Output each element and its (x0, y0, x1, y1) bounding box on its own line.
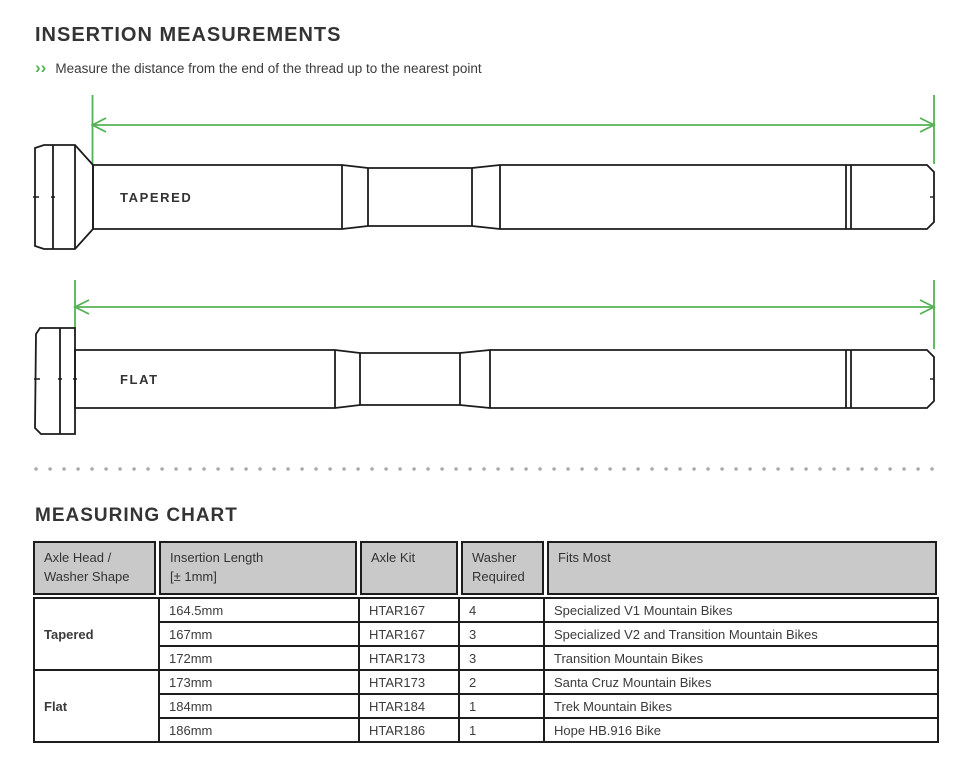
washer-cell: 3 (459, 646, 544, 670)
axle-kit-cell: HTAR173 (359, 646, 459, 670)
page-title: INSERTION MEASUREMENTS (35, 24, 937, 47)
flat-head (35, 328, 75, 434)
axle-kit-cell: HTAR173 (359, 670, 459, 694)
group-label-tapered: Tapered (34, 598, 159, 670)
axle-kit-cell: HTAR167 (359, 622, 459, 646)
washer-cell: 1 (459, 718, 544, 742)
flat-axle-drawing (34, 328, 934, 434)
table-row: 186mm HTAR186 1 Hope HB.916 Bike (34, 718, 938, 742)
table-header-row: Axle Head / Washer Shape Insertion Lengt… (33, 541, 937, 595)
col-header-washer-required: Washer Required (461, 541, 544, 595)
insertion-cell: 164.5mm (159, 598, 359, 622)
subtitle-text: Measure the distance from the end of the… (55, 61, 481, 76)
fits-cell: Trek Mountain Bikes (544, 694, 938, 718)
insertion-cell: 173mm (159, 670, 359, 694)
insertion-measurements-page: INSERTION MEASUREMENTS ›› Measure the di… (0, 0, 970, 776)
col-header-fits-most: Fits Most (547, 541, 937, 595)
fits-cell: Hope HB.916 Bike (544, 718, 938, 742)
tapered-shaft (93, 165, 934, 229)
table-row: 172mm HTAR173 3 Transition Mountain Bike… (34, 646, 938, 670)
axle-diagrams: TAPERED FLAT (0, 87, 970, 479)
subtitle: ›› Measure the distance from the end of … (35, 60, 937, 77)
tapered-label: TAPERED (120, 190, 192, 205)
table-row: Tapered 164.5mm HTAR167 4 Specialized V1… (34, 598, 938, 622)
fits-cell: Specialized V2 and Transition Mountain B… (544, 622, 938, 646)
insertion-cell: 172mm (159, 646, 359, 670)
tapered-measurement-arrow (93, 95, 935, 165)
washer-cell: 4 (459, 598, 544, 622)
axle-kit-cell: HTAR184 (359, 694, 459, 718)
axle-kit-cell: HTAR167 (359, 598, 459, 622)
washer-cell: 3 (459, 622, 544, 646)
table-row: 184mm HTAR184 1 Trek Mountain Bikes (34, 694, 938, 718)
double-chevron-icon: ›› (35, 59, 46, 76)
measuring-chart-table: Tapered 164.5mm HTAR167 4 Specialized V1… (33, 597, 939, 743)
washer-cell: 1 (459, 694, 544, 718)
fits-cell: Santa Cruz Mountain Bikes (544, 670, 938, 694)
col-header-insertion-length: Insertion Length [± 1mm] (159, 541, 357, 595)
col-header-axle-kit: Axle Kit (360, 541, 458, 595)
tapered-head (35, 145, 93, 249)
flat-label: FLAT (120, 372, 159, 387)
washer-cell: 2 (459, 670, 544, 694)
axle-kit-cell: HTAR186 (359, 718, 459, 742)
table-row: 167mm HTAR167 3 Specialized V2 and Trans… (34, 622, 938, 646)
flat-measurement-arrow (75, 280, 934, 349)
insertion-cell: 167mm (159, 622, 359, 646)
insertion-cell: 184mm (159, 694, 359, 718)
fits-cell: Specialized V1 Mountain Bikes (544, 598, 938, 622)
group-label-flat: Flat (34, 670, 159, 742)
insertion-cell: 186mm (159, 718, 359, 742)
table-row: Flat 173mm HTAR173 2 Santa Cruz Mountain… (34, 670, 938, 694)
fits-cell: Transition Mountain Bikes (544, 646, 938, 670)
col-header-axle-head-washer-shape: Axle Head / Washer Shape (33, 541, 156, 595)
flat-shaft (75, 350, 934, 408)
chart-heading: MEASURING CHART (35, 505, 937, 527)
